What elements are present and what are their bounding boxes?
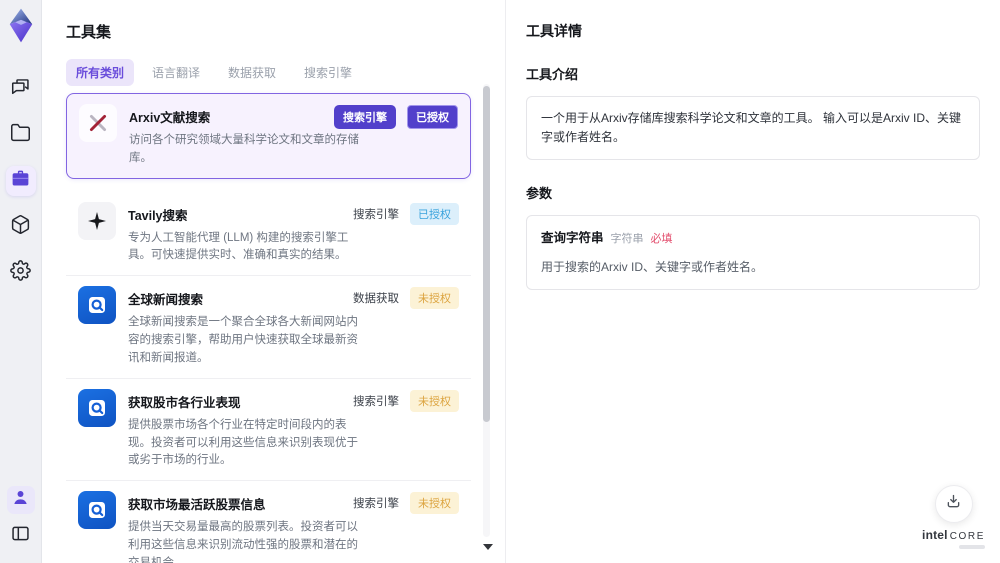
sidebar-item-settings[interactable] xyxy=(6,258,36,288)
corner-widgets: intel CORE xyxy=(922,485,985,549)
list-scrollbar[interactable] xyxy=(483,84,490,537)
param-item: 查询字符串 字符串 必填 用于搜索的Arxiv ID、关键字或作者姓名。 xyxy=(541,228,965,277)
params-heading: 参数 xyxy=(526,186,553,202)
tool-description: 全球新闻搜索是一个聚合全球各大新闻网站内容的搜索引擎，帮助用户快速获取全球最新资… xyxy=(128,316,358,364)
category-tab[interactable]: 搜索引擎 xyxy=(294,59,362,86)
tool-card[interactable]: Arxiv文献搜索 访问各个研究领域大量科学论文和文章的存储库。 搜索引擎 已授… xyxy=(66,93,471,179)
tool-detail-panel: 工具详情 工具介绍 一个用于从Arxiv存储库搜索科学论文和文章的工具。 输入可… xyxy=(505,0,1000,563)
tool-meta: 搜索引擎 未授权 xyxy=(353,492,459,515)
tab-label: 数据获取 xyxy=(228,66,277,80)
tool-meta: 搜索引擎 已授权 xyxy=(353,202,459,225)
category-tab[interactable]: 所有类别 xyxy=(66,59,135,86)
param-required-badge: 必填 xyxy=(650,233,673,246)
news-app-icon xyxy=(89,399,105,416)
tool-icon xyxy=(79,104,117,142)
sidebar-item-files[interactable] xyxy=(6,120,36,150)
tool-meta: 数据获取 未授权 xyxy=(353,287,459,310)
brand-core-text: CORE xyxy=(949,531,985,542)
toolbox-icon xyxy=(10,168,31,194)
detail-panel-title: 工具详情 xyxy=(526,23,582,39)
tool-description: 访问各个研究领域大量科学论文和文章的存储库。 xyxy=(129,134,359,164)
tool-card[interactable]: 全球新闻搜索 全球新闻搜索是一个聚合全球各大新闻网站内容的搜索引擎，帮助用户快速… xyxy=(66,276,471,379)
settings-icon xyxy=(10,260,31,286)
tool-list: Arxiv文献搜索 访问各个研究领域大量科学论文和文章的存储库。 搜索引擎 已授… xyxy=(66,93,471,563)
sidebar-item-packages[interactable] xyxy=(6,212,36,242)
tool-intro-text: 一个用于从Arxiv存储库搜索科学论文和文章的工具。 输入可以是Arxiv ID… xyxy=(526,96,980,161)
brand-intel-text: intel xyxy=(922,528,948,542)
tool-description: 提供当天交易量最高的股票列表。投资者可以利用这些信息来识别流动性强的股票和潜在的… xyxy=(128,521,358,563)
category-tab[interactable]: 数据获取 xyxy=(218,59,286,86)
tool-description: 提供股票市场各个行业在特定时间段内的表现。投资者可以利用这些信息来识别表现优于或… xyxy=(128,418,358,467)
intro-heading: 工具介绍 xyxy=(526,67,579,82)
tool-category-badge: 数据获取 xyxy=(353,293,399,306)
tool-name: Arxiv文献搜索 xyxy=(129,111,211,125)
package-icon xyxy=(10,214,31,240)
tool-icon xyxy=(78,286,116,325)
tool-category-badge: 搜索引擎 xyxy=(353,395,399,408)
category-tab[interactable]: 语言翻译 xyxy=(142,59,210,86)
panel-toggle-icon xyxy=(10,523,31,549)
arxiv-logo-icon xyxy=(89,114,107,132)
tool-card[interactable]: 获取股市各行业表现 提供股票市场各个行业在特定时间段内的表现。投资者可以利用这些… xyxy=(66,378,471,482)
param-head: 查询字符串 字符串 必填 xyxy=(541,228,965,249)
param-name: 查询字符串 xyxy=(541,231,604,246)
param-description: 用于搜索的Arxiv ID、关键字或作者姓名。 xyxy=(541,259,764,274)
tool-icon xyxy=(78,388,116,427)
intel-core-logo: intel CORE xyxy=(922,528,985,542)
tool-icon xyxy=(78,201,116,240)
sidebar-item-account[interactable] xyxy=(6,486,35,514)
sidebar-item-collapse[interactable] xyxy=(6,521,36,551)
sidebar-item-tools[interactable] xyxy=(5,166,36,196)
tool-category-badge: 搜索引擎 xyxy=(353,208,399,221)
auth-status-badge: 未授权 xyxy=(410,287,459,310)
sidebar-bottom xyxy=(6,486,36,551)
tool-meta: 搜索引擎 已授权 xyxy=(334,105,458,129)
app-logo-icon xyxy=(6,8,36,42)
app-window: 工具集 所有类别 语言翻译 数据获取 搜索引擎 Arxiv文献搜索 访问各个研究… xyxy=(0,0,1000,563)
icon-sidebar xyxy=(0,0,42,563)
scroll-down-arrow-icon[interactable] xyxy=(483,544,493,550)
download-button[interactable] xyxy=(934,485,973,523)
tool-name: 全球新闻搜索 xyxy=(128,293,204,308)
folder-icon xyxy=(10,122,31,148)
brand-underline xyxy=(959,545,985,549)
news-app-icon xyxy=(89,297,105,314)
tool-card[interactable]: 获取市场最活跃股票信息 提供当天交易量最高的股票列表。投资者可以利用这些信息来识… xyxy=(66,481,471,563)
tab-label: 搜索引擎 xyxy=(304,66,353,80)
tool-meta: 搜索引擎 未授权 xyxy=(353,389,459,412)
auth-status-badge: 未授权 xyxy=(410,492,459,515)
sidebar-nav xyxy=(5,74,36,288)
chat-icon xyxy=(10,76,31,102)
auth-status-badge: 已授权 xyxy=(407,105,458,129)
param-type: 字符串 xyxy=(610,233,644,246)
auth-status-badge: 未授权 xyxy=(410,389,459,412)
user-icon xyxy=(10,487,31,513)
tool-category-badge: 搜索引擎 xyxy=(353,498,399,511)
tool-card[interactable]: Tavily搜索 专为人工智能代理 (LLM) 构建的搜索引擎工具。可快速提供实… xyxy=(66,191,471,277)
auth-status-badge: 已授权 xyxy=(410,202,459,225)
sidebar-item-chat[interactable] xyxy=(6,74,36,104)
tool-description: 专为人工智能代理 (LLM) 构建的搜索引擎工具。可快速提供实时、准确和真实的结… xyxy=(128,231,349,262)
category-tabs: 所有类别 语言翻译 数据获取 搜索引擎 xyxy=(66,59,471,86)
page-title: 工具集 xyxy=(66,24,112,41)
tab-label: 所有类别 xyxy=(76,66,125,80)
tool-category-badge: 搜索引擎 xyxy=(334,105,396,129)
scrollbar-thumb[interactable] xyxy=(483,86,490,422)
tab-label: 语言翻译 xyxy=(152,66,201,80)
tool-list-panel: 工具集 所有类别 语言翻译 数据获取 搜索引擎 Arxiv文献搜索 访问各个研究… xyxy=(42,0,505,563)
params-box: 查询字符串 字符串 必填 用于搜索的Arxiv ID、关键字或作者姓名。 xyxy=(526,215,980,291)
news-app-icon xyxy=(89,502,105,519)
tool-name: 获取股市各行业表现 xyxy=(128,395,241,410)
download-icon xyxy=(944,492,963,516)
tool-name: 获取市场最活跃股票信息 xyxy=(128,498,266,513)
tool-icon xyxy=(78,491,116,530)
tavily-star-icon xyxy=(88,211,106,230)
tool-name: Tavily搜索 xyxy=(128,208,188,223)
